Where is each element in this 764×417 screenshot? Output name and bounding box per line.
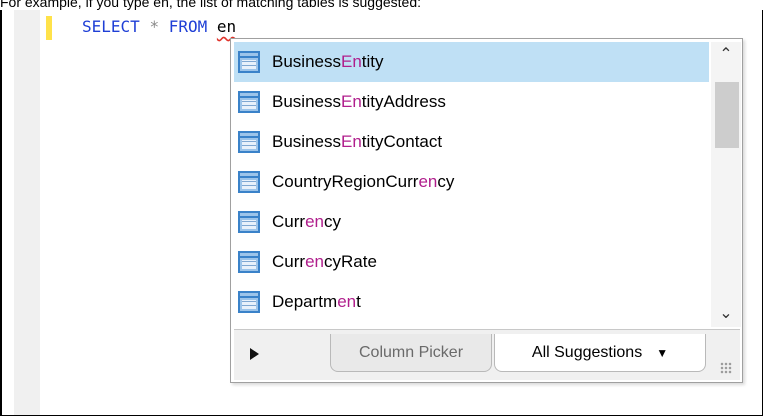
- select-star: *: [149, 17, 160, 36]
- caret-down-icon[interactable]: ▼: [656, 346, 668, 360]
- scrollbar-thumb[interactable]: [715, 82, 739, 148]
- table-icon: [238, 51, 260, 73]
- code-line[interactable]: SELECT * FROM en: [82, 16, 236, 38]
- vertical-scrollbar[interactable]: ⌃ ⌄: [711, 42, 741, 327]
- suggestion-label: Currency: [272, 212, 341, 231]
- suggestion-popup: BusinessEntity BusinessEntityAddress Bus…: [230, 38, 743, 383]
- table-icon: [238, 91, 260, 113]
- keyword-select: SELECT: [82, 17, 140, 36]
- table-icon: [238, 291, 260, 313]
- suggestion-label: Department: [272, 292, 361, 311]
- suggestion-item[interactable]: BusinessEntityAddress: [234, 82, 709, 122]
- table-icon: [238, 171, 260, 193]
- chevron-down-icon[interactable]: ⌄: [711, 301, 741, 327]
- suggestion-list: BusinessEntity BusinessEntityAddress Bus…: [234, 42, 709, 327]
- suggestion-item[interactable]: CountryRegionCurrency: [234, 162, 709, 202]
- tab-column-picker-label: Column Picker: [358, 343, 464, 361]
- table-icon: [238, 211, 260, 233]
- resize-grip-icon[interactable]: [720, 362, 732, 374]
- tab-all-suggestions-label: All Suggestions: [531, 343, 643, 361]
- table-icon: [238, 131, 260, 153]
- editor-gutter: [14, 10, 40, 415]
- suggestion-label: BusinessEntityAddress: [272, 92, 446, 111]
- popup-footer: Column Picker All Suggestions ▼: [234, 329, 740, 380]
- suggestion-label: BusinessEntityContact: [272, 132, 443, 151]
- tab-all-suggestions[interactable]: All Suggestions ▼: [494, 334, 706, 372]
- suggestion-item[interactable]: BusinessEntity: [234, 42, 709, 82]
- suggestion-label: CountryRegionCurrency: [272, 172, 455, 191]
- keyword-from: FROM: [168, 17, 208, 36]
- typed-text: en: [216, 17, 237, 36]
- suggestion-item[interactable]: Department: [234, 282, 709, 322]
- tab-column-picker[interactable]: Column Picker: [330, 334, 492, 372]
- chevron-up-icon[interactable]: ⌃: [711, 42, 741, 68]
- suggestion-label: CurrencyRate: [272, 252, 377, 271]
- suggestion-item[interactable]: Currency: [234, 202, 709, 242]
- suggestion-item[interactable]: CurrencyRate: [234, 242, 709, 282]
- line-change-marker: [46, 16, 52, 40]
- suggestion-label: BusinessEntity: [272, 52, 384, 71]
- suggestion-item[interactable]: BusinessEntityContact: [234, 122, 709, 162]
- table-icon: [238, 251, 260, 273]
- play-icon[interactable]: [250, 348, 259, 360]
